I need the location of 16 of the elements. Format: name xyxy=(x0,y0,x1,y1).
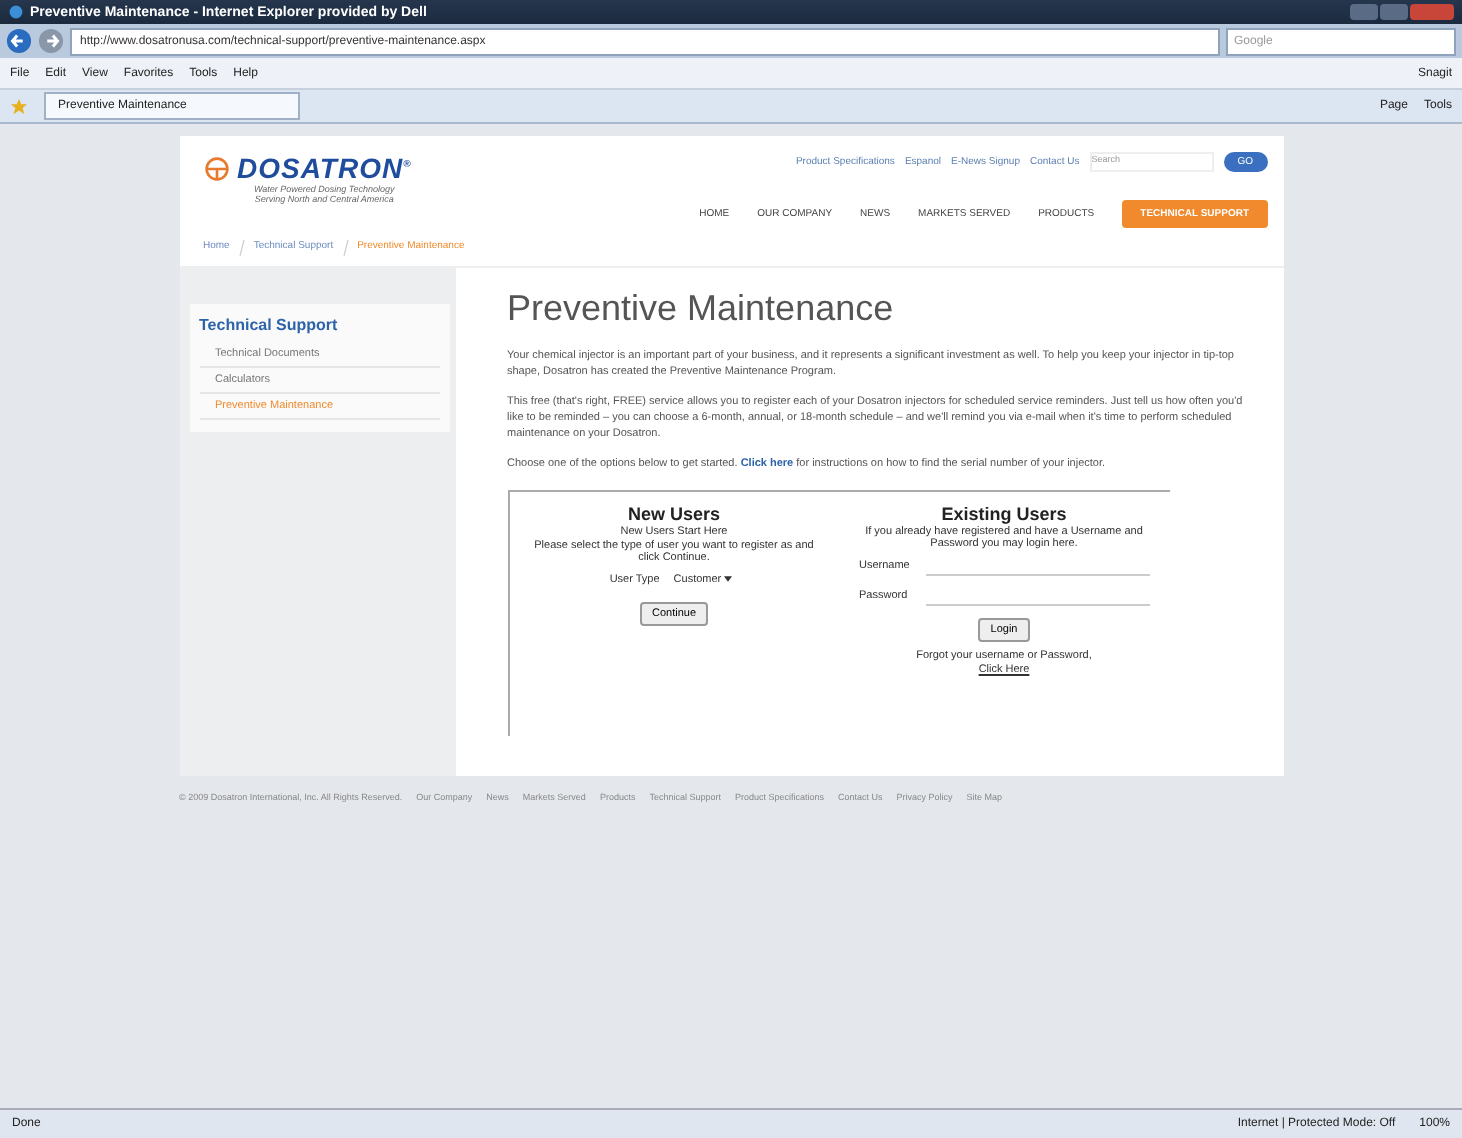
separator-icon xyxy=(341,240,350,256)
separator-icon xyxy=(237,240,246,256)
star-icon[interactable] xyxy=(10,97,28,115)
logo-icon xyxy=(203,156,229,182)
page-heading: Preventive Maintenance xyxy=(507,288,896,330)
section-title: New Users xyxy=(627,503,721,524)
browser-icon xyxy=(8,4,24,20)
close-button[interactable] xyxy=(1410,4,1454,20)
caret-icon xyxy=(724,575,733,582)
section-title: Existing Users xyxy=(941,503,1067,524)
logo-text: DOSATRON$^{®}$ xyxy=(237,152,412,184)
forward-icon[interactable] xyxy=(38,28,64,54)
minimize-button[interactable] xyxy=(1350,4,1378,20)
back-icon[interactable] xyxy=(6,28,32,54)
maximize-button[interactable] xyxy=(1380,4,1408,20)
sidebar-title: Technical Support xyxy=(199,316,340,334)
